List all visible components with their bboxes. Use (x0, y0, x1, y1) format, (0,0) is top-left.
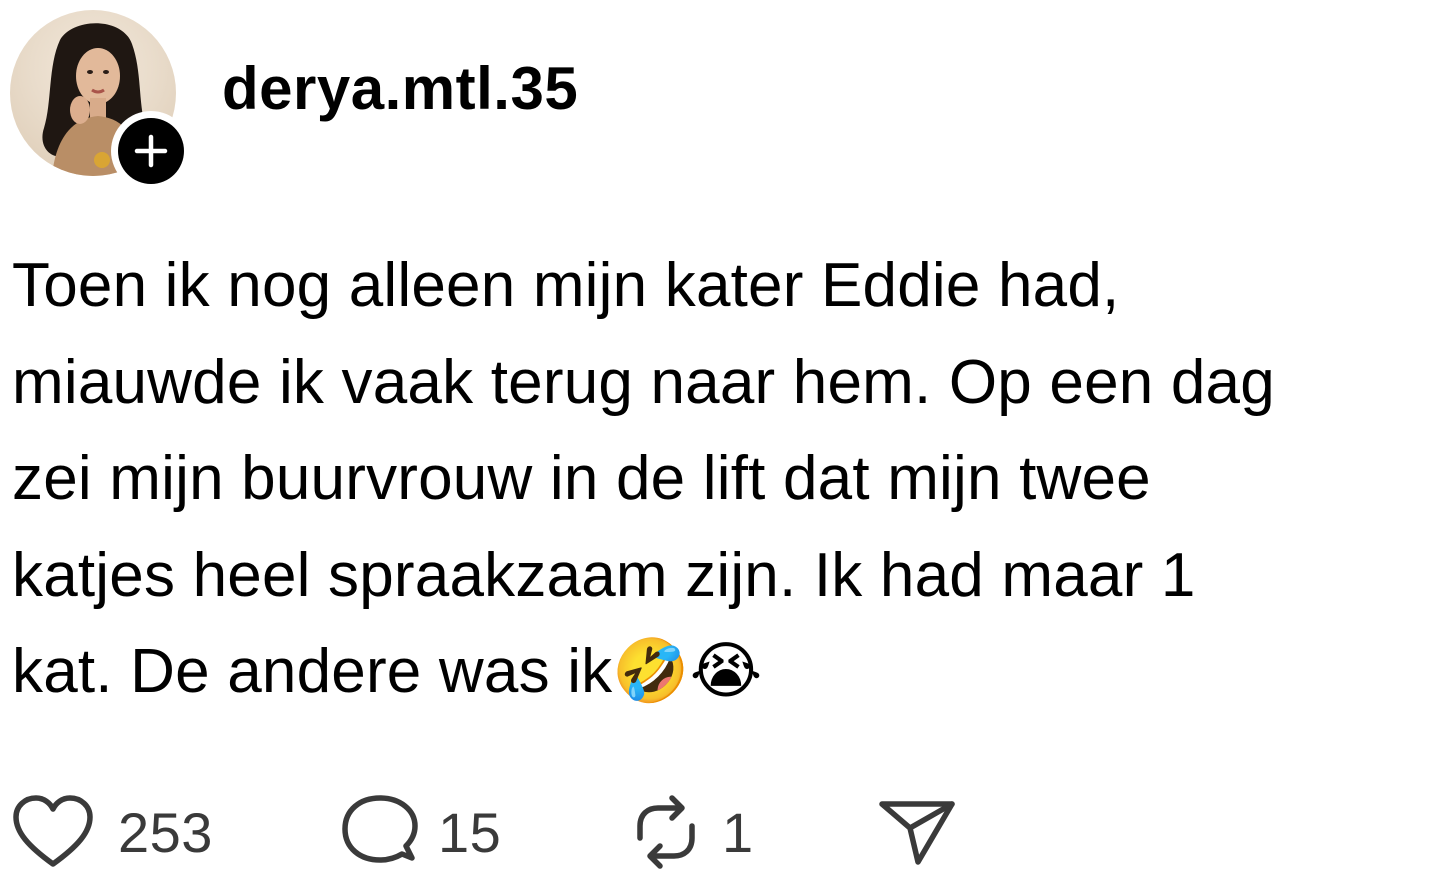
share-button[interactable] (878, 790, 958, 874)
repost-count: 1 (722, 800, 754, 864)
avatar-container[interactable] (10, 10, 191, 191)
plus-icon (134, 134, 168, 168)
follow-button-circle (118, 118, 184, 184)
reply-count: 15 (438, 800, 502, 864)
like-count: 253 (118, 800, 213, 864)
post-header (10, 10, 191, 191)
repost-icon (637, 795, 695, 869)
like-button[interactable]: 253 (12, 790, 213, 874)
post-text: Toen ik nog alleen mijn kater Eddie had,… (12, 251, 1275, 706)
heart-icon (13, 795, 93, 867)
action-bar: 253 15 1 (0, 790, 1432, 874)
username[interactable]: derya.mtl.35 (222, 54, 578, 123)
follow-button[interactable] (111, 111, 191, 191)
speech-bubble-icon (342, 795, 418, 863)
reply-button[interactable]: 15 (340, 790, 501, 874)
paper-plane-icon (879, 801, 955, 865)
repost-button[interactable]: 1 (626, 790, 754, 874)
